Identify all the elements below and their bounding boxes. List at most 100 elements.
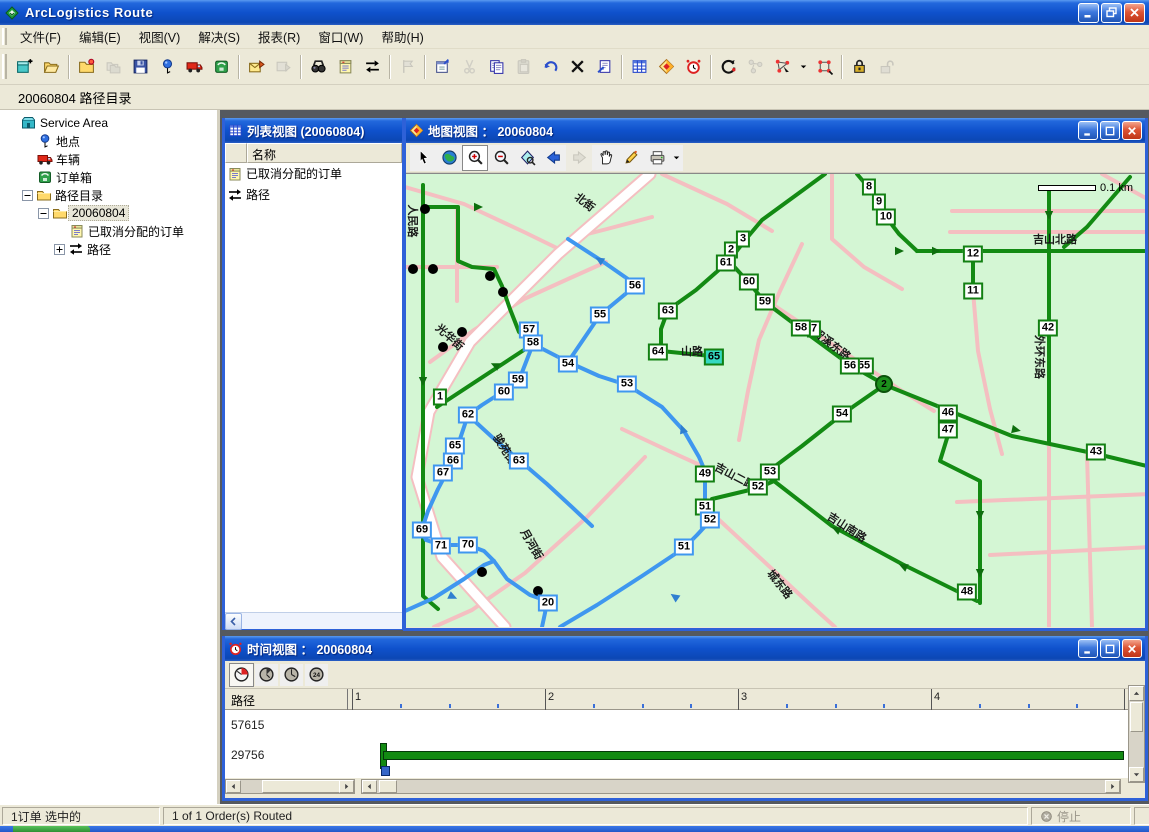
copy-folder-button[interactable] [100, 53, 127, 80]
collapse-icon[interactable] [22, 190, 33, 201]
zoom-in-button[interactable] [462, 145, 488, 171]
menu-item-4[interactable]: 报表(R) [249, 24, 309, 49]
time-cursor[interactable] [381, 766, 390, 776]
vehicles-button[interactable] [181, 53, 208, 80]
stop-button[interactable]: 停止 [1031, 807, 1131, 825]
stop-marker-1[interactable]: 1 [433, 389, 447, 406]
time-column-separator[interactable] [347, 689, 348, 710]
flag-button[interactable] [394, 53, 421, 80]
sidebar-item-车辆[interactable]: 车辆 [0, 150, 217, 168]
scroll-right-icon[interactable] [1105, 780, 1120, 793]
stop-marker-60[interactable]: 60 [739, 274, 759, 291]
export-orders-button[interactable] [270, 53, 297, 80]
sidebar-item-20060804[interactable]: 20060804 [0, 204, 217, 222]
menu-item-6[interactable]: 帮助(H) [372, 24, 432, 49]
stop-marker-52[interactable]: 52 [700, 512, 720, 529]
depot-marker-2[interactable]: 2 [875, 375, 893, 393]
find-button[interactable] [305, 53, 332, 80]
sidebar-item-订单箱[interactable]: 订单箱 [0, 168, 217, 186]
zoom-out-button[interactable] [488, 145, 514, 171]
time-minimize-button[interactable] [1078, 639, 1098, 658]
stop-marker-69[interactable]: 69 [412, 522, 432, 539]
stop-marker-58[interactable]: 58 [523, 335, 543, 352]
scale-12-hour-button[interactable] [279, 663, 304, 687]
stop-marker-3[interactable]: 3 [736, 231, 750, 248]
stop-marker-65[interactable]: 65 [704, 349, 724, 366]
collapse-icon[interactable] [38, 208, 49, 219]
unassigned-orders-button[interactable] [332, 53, 359, 80]
full-extent-button[interactable] [436, 145, 462, 171]
stop-marker-67[interactable]: 67 [433, 465, 453, 482]
map-minimize-button[interactable] [1078, 121, 1098, 140]
stop-marker-53[interactable]: 53 [617, 376, 637, 393]
list-item-已取消分配的订单[interactable]: 已取消分配的订单 [225, 163, 402, 184]
scroll-left-icon[interactable] [225, 613, 242, 630]
forward-extent-button[interactable] [566, 145, 592, 171]
properties-button[interactable] [429, 53, 456, 80]
map-view-button[interactable] [653, 53, 680, 80]
stop-marker-47[interactable]: 47 [938, 422, 958, 439]
stop-marker-20[interactable]: 20 [538, 595, 558, 612]
stop-marker-56[interactable]: 56 [840, 358, 860, 375]
sidebar-item-地点[interactable]: 地点 [0, 132, 217, 150]
list-column-blank[interactable] [225, 143, 247, 163]
list-view-button[interactable] [626, 53, 653, 80]
close-button[interactable] [1124, 3, 1145, 23]
delete-button[interactable] [564, 53, 591, 80]
route-time-bar[interactable] [383, 751, 1124, 760]
sidebar-item-Service Area[interactable]: Service Area [0, 114, 217, 132]
open-project-button[interactable] [38, 53, 65, 80]
assign-button[interactable] [769, 53, 796, 80]
stop-marker-42[interactable]: 42 [1038, 320, 1058, 337]
select-button[interactable] [410, 145, 436, 171]
list-horizontal-scrollbar[interactable] [225, 612, 402, 629]
save-button[interactable] [127, 53, 154, 80]
time-view-button[interactable] [680, 53, 707, 80]
time-window-titlebar[interactable]: 时间视图 ： 20060804 [225, 636, 1145, 661]
list-window-titlebar[interactable]: 列表视图 (20060804) [225, 118, 402, 143]
sidebar-item-路径[interactable]: 路径 [0, 240, 217, 258]
stop-marker-58[interactable]: 58 [791, 320, 811, 337]
status-grip[interactable] [1134, 807, 1149, 825]
import-orders-button[interactable] [243, 53, 270, 80]
assign-dropdown-button[interactable] [796, 53, 811, 80]
time-maximize-button[interactable] [1100, 639, 1120, 658]
stop-marker-60[interactable]: 60 [494, 384, 514, 401]
zoom-to-selected-button[interactable] [514, 145, 540, 171]
names-horizontal-scrollbar[interactable] [225, 779, 355, 794]
menu-item-1[interactable]: 编辑(E) [70, 24, 130, 49]
list-column-name[interactable]: 名称 [247, 143, 402, 163]
stop-marker-11[interactable]: 11 [963, 283, 983, 300]
time-close-button[interactable] [1122, 639, 1142, 658]
expand-icon[interactable] [54, 244, 65, 255]
stop-marker-54[interactable]: 54 [832, 406, 852, 423]
print-button[interactable] [644, 145, 670, 171]
toolbar-grip[interactable] [2, 54, 7, 79]
orders-box-button[interactable] [208, 53, 235, 80]
scale-4-hour-button[interactable] [254, 663, 279, 687]
places-button[interactable] [154, 53, 181, 80]
map-window-titlebar[interactable]: 地图视图 ： 20060804 [406, 118, 1145, 143]
unlock-button[interactable] [873, 53, 900, 80]
menu-item-0[interactable]: 文件(F) [11, 24, 70, 49]
scrollbar-thumb[interactable] [262, 780, 340, 793]
scroll-up-icon[interactable] [1129, 686, 1144, 701]
route-row-57615[interactable]: 57615 [231, 718, 264, 732]
lock-button[interactable] [846, 53, 873, 80]
cut-button[interactable] [456, 53, 483, 80]
stop-marker-48[interactable]: 48 [957, 584, 977, 601]
stop-marker-64[interactable]: 64 [648, 344, 668, 361]
menu-item-3[interactable]: 解决(S) [189, 24, 249, 49]
scale-1-hour-button[interactable] [229, 663, 254, 687]
stop-marker-12[interactable]: 12 [963, 246, 983, 263]
stop-marker-54[interactable]: 54 [558, 356, 578, 373]
print-dropdown-button[interactable] [670, 145, 683, 171]
stop-marker-63[interactable]: 63 [509, 453, 529, 470]
sidebar-item-已取消分配的订单[interactable]: 已取消分配的订单 [0, 222, 217, 240]
scrollbar-thumb[interactable] [379, 780, 397, 793]
scroll-left-icon[interactable] [362, 780, 377, 793]
scale-24-hour-button[interactable]: 24 [304, 663, 329, 687]
stop-marker-56[interactable]: 56 [625, 278, 645, 295]
sequence-button[interactable] [742, 53, 769, 80]
back-extent-button[interactable] [540, 145, 566, 171]
